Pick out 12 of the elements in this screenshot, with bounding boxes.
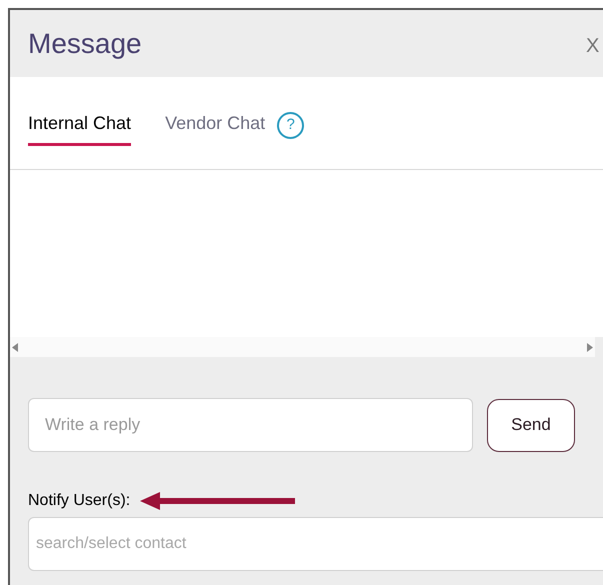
send-button[interactable]: Send — [487, 398, 575, 452]
reply-field[interactable]: Write a reply — [28, 398, 473, 452]
contact-search-field[interactable]: search/select contact — [28, 517, 603, 571]
notify-label: Notify User(s): — [28, 491, 130, 511]
close-button[interactable]: X — [586, 36, 600, 56]
arrow-icon — [140, 492, 296, 510]
chat-tab[interactable]: Internal Chat — [28, 100, 132, 146]
dialog-title: Message — [28, 26, 142, 61]
help-icon[interactable]: ? — [277, 112, 304, 138]
scroll-left-icon[interactable] — [12, 342, 18, 352]
scroll-right-icon[interactable] — [587, 342, 593, 352]
chat-tab[interactable]: Vendor Chat — [165, 100, 266, 146]
